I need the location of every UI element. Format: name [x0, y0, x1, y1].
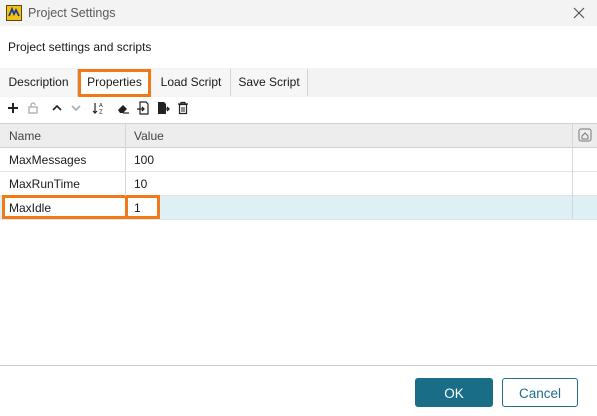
- row-value[interactable]: 1: [134, 201, 141, 215]
- row-name: MaxMessages: [9, 153, 87, 167]
- add-icon[interactable]: [6, 101, 20, 115]
- tab-load-script[interactable]: Load Script: [152, 69, 231, 96]
- delete-icon[interactable]: [176, 101, 190, 115]
- row-value[interactable]: 10: [134, 177, 147, 191]
- move-up-icon[interactable]: [50, 101, 64, 115]
- tab-description[interactable]: Description: [0, 69, 78, 96]
- sort-icon[interactable]: AZ: [92, 101, 106, 115]
- eraser-icon[interactable]: [116, 101, 130, 115]
- table-row[interactable]: [0, 172, 597, 196]
- footer-separator: [0, 365, 597, 366]
- row-value[interactable]: 100: [134, 153, 154, 167]
- close-icon[interactable]: [569, 3, 589, 23]
- ok-button[interactable]: OK: [415, 378, 493, 407]
- svg-text:A: A: [99, 103, 103, 109]
- app-icon: [6, 5, 22, 21]
- column-header-name[interactable]: Name: [9, 129, 41, 143]
- grid-header: [0, 124, 597, 148]
- tab-save-script[interactable]: Save Script: [231, 69, 308, 96]
- column-divider: [572, 124, 573, 219]
- column-header-value[interactable]: Value: [134, 129, 164, 143]
- tab-properties[interactable]: Properties: [78, 69, 151, 97]
- highlight-divider: [125, 198, 128, 217]
- svg-text:Z: Z: [99, 110, 103, 116]
- column-divider: [125, 124, 126, 196]
- window-title: Project Settings: [28, 6, 116, 20]
- export-icon[interactable]: [156, 101, 170, 115]
- import-icon[interactable]: [136, 101, 150, 115]
- lock-icon[interactable]: [26, 101, 40, 115]
- toolbar: [0, 97, 597, 121]
- row-name: MaxIdle: [9, 201, 52, 215]
- row-name: MaxRunTime: [9, 177, 80, 191]
- dialog-subtitle: Project settings and scripts: [8, 40, 152, 54]
- table-row[interactable]: [0, 148, 597, 172]
- column-chooser-icon[interactable]: [578, 128, 592, 142]
- cancel-button[interactable]: Cancel: [502, 378, 578, 407]
- move-down-icon[interactable]: [69, 101, 83, 115]
